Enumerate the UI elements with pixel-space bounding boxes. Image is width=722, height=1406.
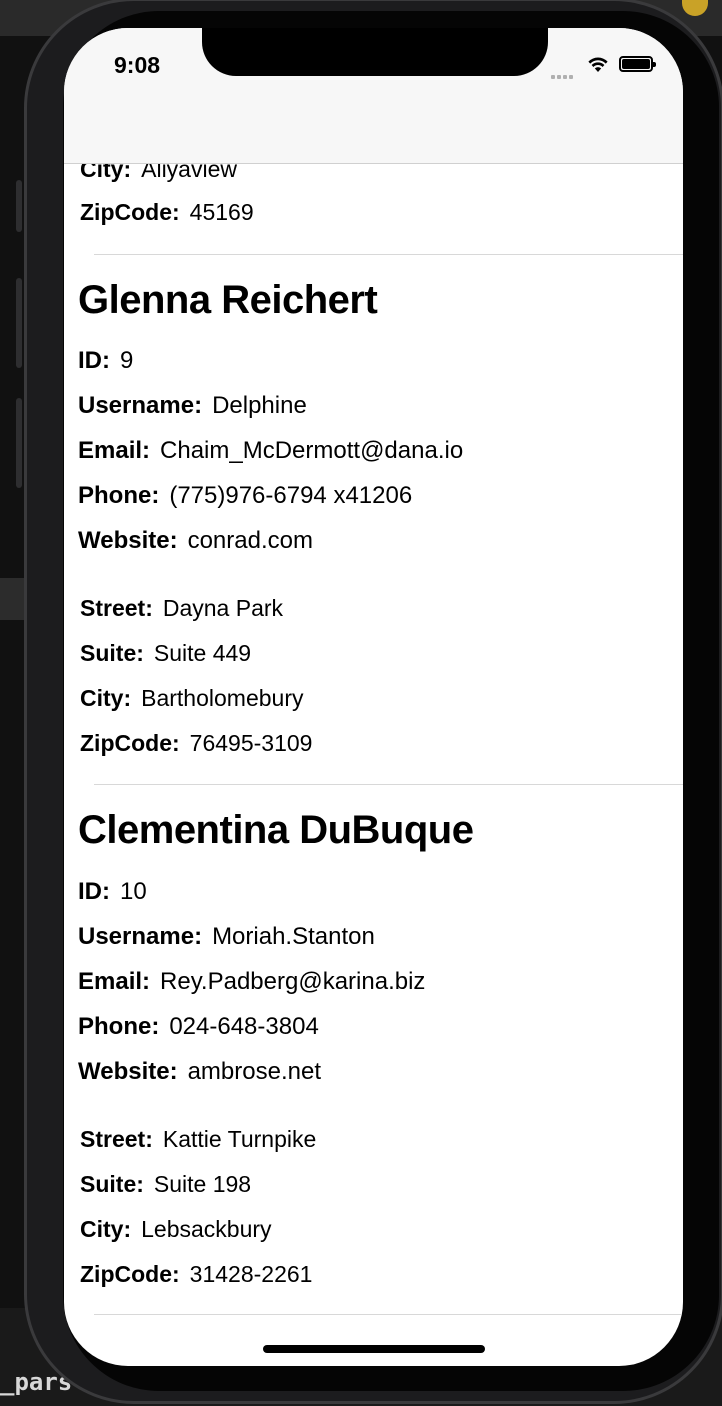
street-value: Dayna Park — [162, 595, 284, 621]
phone-label: Phone: — [78, 482, 160, 509]
city-label: City: — [80, 1216, 132, 1242]
email-value: Rey.Padberg@karina.biz — [160, 968, 426, 995]
id-row: ID: 9 — [78, 347, 133, 375]
list-divider — [94, 1314, 683, 1315]
volume-down-button — [16, 398, 22, 488]
city-value: Bartholomebury — [141, 685, 304, 711]
street-row: Street: Kattie Turnpike — [80, 1126, 316, 1153]
battery-icon — [619, 56, 656, 72]
id-row: ID: 10 — [78, 878, 147, 906]
volume-up-button — [16, 278, 22, 368]
phone-screen: City: Aliyaview ZipCode: 45169 Glenna Reic… — [64, 28, 683, 1366]
phone-value: 024-648-3804 — [169, 1013, 319, 1040]
suite-label: Suite: — [80, 1171, 144, 1197]
zipcode-label: ZipCode: — [80, 730, 180, 756]
list-divider — [94, 784, 683, 785]
phone-value: (775)976-6794 x41206 — [169, 482, 413, 509]
phone-row: Phone: 024-648-3804 — [78, 1013, 319, 1041]
suite-label: Suite: — [80, 640, 144, 666]
wifi-icon — [588, 57, 608, 72]
suite-row: Suite: Suite 198 — [80, 1171, 251, 1198]
street-label: Street: — [80, 595, 153, 621]
zipcode-value: 45169 — [189, 199, 254, 225]
city-label: City: — [80, 685, 132, 711]
navigation-bar: 9:08 — [64, 28, 683, 164]
username-label: Username: — [78, 923, 203, 950]
zipcode-row: ZipCode: 45169 — [80, 199, 254, 226]
website-label: Website: — [78, 527, 178, 554]
username-row: Username: Moriah.Stanton — [78, 923, 375, 951]
home-indicator[interactable] — [263, 1345, 485, 1353]
website-row: Website: conrad.com — [78, 527, 313, 555]
username-value: Delphine — [212, 392, 307, 419]
website-label: Website: — [78, 1058, 178, 1085]
cellular-signal-icon — [551, 66, 575, 84]
list-divider — [94, 254, 683, 255]
website-value: conrad.com — [187, 527, 313, 554]
email-value: Chaim_McDermott@dana.io — [160, 437, 464, 464]
suite-row: Suite: Suite 449 — [80, 640, 251, 667]
street-value: Kattie Turnpike — [162, 1126, 317, 1152]
street-row: Street: Dayna Park — [80, 595, 283, 622]
suite-value: Suite 449 — [153, 640, 252, 666]
email-label: Email: — [78, 437, 151, 464]
user-list[interactable]: City: Aliyaview ZipCode: 45169 Glenna Reic… — [64, 28, 683, 1366]
suite-value: Suite 198 — [153, 1171, 252, 1197]
phone-label: Phone: — [78, 1013, 160, 1040]
email-row: Email: Rey.Padberg@karina.biz — [78, 968, 425, 996]
email-label: Email: — [78, 968, 151, 995]
username-value: Moriah.Stanton — [212, 923, 375, 950]
mute-switch — [16, 180, 22, 232]
city-row: City: Bartholomebury — [80, 685, 303, 712]
username-row: Username: Delphine — [78, 392, 307, 420]
id-value: 9 — [120, 347, 134, 374]
email-row: Email: Chaim_McDermott@dana.io — [78, 437, 463, 465]
notch — [202, 28, 548, 76]
id-label: ID: — [78, 347, 110, 374]
zipcode-value: 76495-3109 — [189, 730, 313, 756]
zipcode-row: ZipCode: 31428-2261 — [80, 1261, 312, 1288]
website-row: Website: ambrose.net — [78, 1058, 321, 1086]
city-row: City: Lebsackbury — [80, 1216, 272, 1243]
phone-row: Phone: (775)976-6794 x41206 — [78, 482, 412, 510]
user-name: Clementina DuBuque — [78, 808, 474, 852]
street-label: Street: — [80, 1126, 153, 1152]
id-value: 10 — [120, 878, 147, 905]
username-label: Username: — [78, 392, 203, 419]
status-time: 9:08 — [114, 52, 161, 78]
desktop-background: _pars City: Aliyaview ZipCode: 45169 Glenn… — [0, 0, 722, 1406]
zipcode-label: ZipCode: — [80, 199, 180, 225]
user-name: Glenna Reichert — [78, 278, 378, 322]
id-label: ID: — [78, 878, 110, 905]
zipcode-row: ZipCode: 76495-3109 — [80, 730, 312, 757]
city-value: Lebsackbury — [141, 1216, 272, 1242]
website-value: ambrose.net — [187, 1058, 321, 1085]
zipcode-label: ZipCode: — [80, 1261, 180, 1287]
zipcode-value: 31428-2261 — [189, 1261, 313, 1287]
